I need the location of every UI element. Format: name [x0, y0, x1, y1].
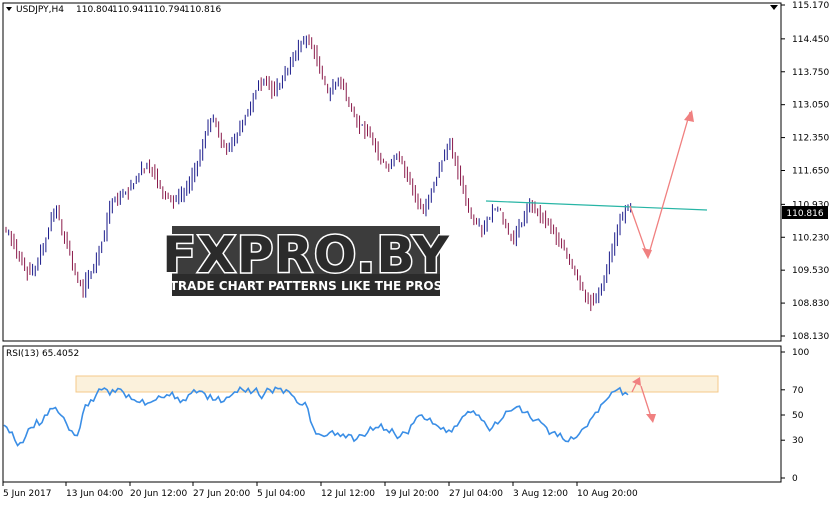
ohlc-low: 110.794 — [148, 5, 185, 15]
time-tick-label: 12 Jul 12:00 — [321, 489, 375, 499]
rsi-tick-label: 70 — [792, 386, 804, 396]
time-tick-label: 3 Aug 12:00 — [513, 489, 568, 499]
watermark: FXPRO.BY TRADE CHART PATTERNS LIKE THE P… — [161, 225, 450, 296]
price-tick-label: 109.530 — [792, 266, 829, 276]
ohlc-open: 110.804 — [76, 5, 113, 15]
price-tick-label: 114.450 — [792, 35, 829, 45]
time-tick-label: 10 Aug 20:00 — [577, 489, 638, 499]
rsi-tick-label: 100 — [792, 348, 809, 358]
price-tick-label: 113.050 — [792, 101, 829, 111]
price-tick-label: 111.650 — [792, 167, 829, 177]
ohlc-high: 110.941 — [112, 5, 149, 15]
ohlc-close: 110.816 — [184, 5, 221, 15]
current-price-label: 110.816 — [786, 209, 823, 219]
time-tick-label: 27 Jul 04:00 — [449, 489, 503, 499]
price-tick-label: 110.230 — [792, 233, 829, 243]
time-tick-label: 20 Jun 12:00 — [130, 489, 187, 499]
price-tick-label: 108.830 — [792, 299, 829, 309]
time-tick-label: 27 Jun 20:00 — [193, 489, 250, 499]
price-axis[interactable]: 115.170 114.450 113.750 113.050 112.350 111.6… — [781, 1, 829, 342]
time-tick-label: 19 Jul 20:00 — [385, 489, 439, 499]
price-tick-label: 110.930 — [792, 200, 829, 210]
rsi-tick-label: 50 — [792, 411, 804, 421]
time-tick-label: 5 Jun 2017 — [3, 489, 51, 499]
rsi-overbought-zone — [75, 375, 719, 393]
rsi-axis[interactable]: 100 70 50 30 0 — [781, 348, 809, 484]
chart-canvas[interactable]: FXPRO.BY TRADE CHART PATTERNS LIKE THE P… — [0, 0, 830, 504]
price-tick-label: 108.130 — [792, 332, 829, 342]
rsi-label: RSI(13) 65.4052 — [6, 349, 79, 359]
symbol-label: USDJPY,H4 — [16, 5, 64, 15]
price-tick-label: 113.750 — [792, 68, 829, 78]
time-tick-label: 13 Jun 04:00 — [66, 489, 123, 499]
watermark-tagline: TRADE CHART PATTERNS LIKE THE PROS — [170, 279, 443, 293]
chart-header: USDJPY,H4 110.804 110.941 110.794 110.81… — [6, 5, 221, 15]
time-tick-label: 5 Jul 04:00 — [257, 489, 306, 499]
rsi-tick-label: 0 — [792, 474, 798, 484]
rsi-tick-label: 30 — [792, 436, 804, 446]
price-tick-label: 115.170 — [792, 1, 829, 11]
time-axis[interactable]: 5 Jun 2017 13 Jun 04:00 20 Jun 12:00 27 Jun… — [2, 482, 638, 499]
rsi-pane-frame — [2, 345, 782, 483]
mt4-chart-window: FXPRO.BY TRADE CHART PATTERNS LIKE THE P… — [0, 0, 830, 504]
price-tick-label: 112.350 — [792, 134, 829, 144]
